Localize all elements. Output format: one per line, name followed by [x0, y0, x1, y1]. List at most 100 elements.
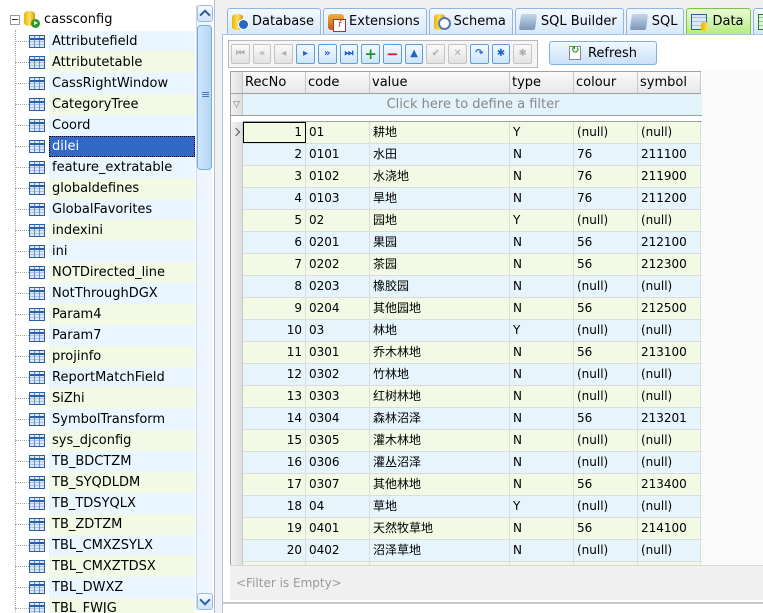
nav-last-button[interactable]: ⏭: [339, 44, 359, 64]
cell-type[interactable]: Y: [510, 496, 574, 517]
cell-recno[interactable]: 12: [243, 364, 306, 385]
cell-value[interactable]: 红树林地: [370, 386, 510, 407]
cell-type[interactable]: N: [510, 386, 574, 407]
tree-item[interactable]: dilei: [15, 136, 195, 157]
tree-item[interactable]: NotThroughDGX: [15, 283, 195, 304]
tree-item[interactable]: TBL_CMXZSYLX: [15, 535, 195, 556]
cell-colour[interactable]: 76: [574, 166, 638, 187]
cell-code[interactable]: 0306: [306, 452, 370, 473]
tree-item[interactable]: TB_ZDTZM: [15, 514, 195, 535]
cell-code[interactable]: 0103: [306, 188, 370, 209]
cell-recno[interactable]: 14: [243, 408, 306, 429]
cell-type[interactable]: N: [510, 518, 574, 539]
cell-value[interactable]: 其他林地: [370, 474, 510, 495]
column-header-value[interactable]: value: [370, 72, 510, 93]
cell-value[interactable]: 沼泽草地: [370, 540, 510, 561]
row-indicator[interactable]: [231, 452, 243, 474]
cell-code[interactable]: 0101: [306, 144, 370, 165]
table-row[interactable]: 1 01 耕地 Y (null) (null): [231, 122, 702, 144]
cell-recno[interactable]: 20: [243, 540, 306, 561]
cell-type[interactable]: N: [510, 430, 574, 451]
table-row[interactable]: 19 0401 天然牧草地 N 56 214100: [231, 518, 702, 540]
cell-symbol[interactable]: 214100: [638, 518, 701, 539]
cell-symbol[interactable]: (null): [638, 122, 701, 143]
table-row[interactable]: 20 0402 沼泽草地 N (null) (null): [231, 540, 702, 562]
row-indicator[interactable]: [231, 386, 243, 408]
cell-value[interactable]: 茶园: [370, 254, 510, 275]
tab-schema[interactable]: Schema: [428, 8, 513, 34]
row-indicator[interactable]: [231, 144, 243, 166]
table-row[interactable]: 15 0305 灌木林地 N (null) (null): [231, 430, 702, 452]
scroll-thumb[interactable]: [197, 25, 212, 170]
cell-type[interactable]: Y: [510, 122, 574, 143]
cell-symbol[interactable]: (null): [638, 276, 701, 297]
tree-item[interactable]: SiZhi: [15, 388, 195, 409]
cell-colour[interactable]: (null): [574, 210, 638, 231]
cell-symbol[interactable]: 212500: [638, 298, 701, 319]
table-row[interactable]: 16 0306 灌丛沼泽 N (null) (null): [231, 452, 702, 474]
table-row[interactable]: 2 0101 水田 N 76 211100: [231, 144, 702, 166]
row-indicator[interactable]: [231, 122, 243, 144]
cell-symbol[interactable]: 211200: [638, 188, 701, 209]
tab-design[interactable]: Design: [752, 8, 763, 34]
tree-item[interactable]: Param7: [15, 325, 195, 346]
table-row[interactable]: 5 02 园地 Y (null) (null): [231, 210, 702, 232]
cell-colour[interactable]: (null): [574, 276, 638, 297]
cell-colour[interactable]: (null): [574, 122, 638, 143]
cell-type[interactable]: N: [510, 298, 574, 319]
tab-sql[interactable]: SQL: [625, 8, 685, 34]
cell-colour[interactable]: 56: [574, 474, 638, 495]
cell-code[interactable]: 0201: [306, 232, 370, 253]
tree-item[interactable]: sys_djconfig: [15, 430, 195, 451]
cell-value[interactable]: 灌丛沼泽: [370, 452, 510, 473]
tab-database[interactable]: Database: [227, 8, 322, 34]
tree-item[interactable]: GlobalFavorites: [15, 199, 195, 220]
tab-sql-builder[interactable]: SQL Builder: [514, 8, 624, 34]
cell-recno[interactable]: 9: [243, 298, 306, 319]
cell-type[interactable]: N: [510, 540, 574, 561]
row-indicator[interactable]: [231, 276, 243, 298]
cell-recno[interactable]: 6: [243, 232, 306, 253]
nav-next-page-button[interactable]: »: [317, 44, 337, 64]
cell-symbol[interactable]: 211900: [638, 166, 701, 187]
nav-insert-button[interactable]: +: [361, 44, 381, 64]
cell-colour[interactable]: (null): [574, 320, 638, 341]
cell-colour[interactable]: 76: [574, 188, 638, 209]
row-indicator[interactable]: [231, 364, 243, 386]
row-indicator[interactable]: [231, 166, 243, 188]
filter-status-bar[interactable]: <Filter is Empty>: [230, 565, 763, 600]
cell-code[interactable]: 0202: [306, 254, 370, 275]
tree-item[interactable]: Coord: [15, 115, 195, 136]
cell-code[interactable]: 0102: [306, 166, 370, 187]
row-indicator[interactable]: [231, 254, 243, 276]
nav-prior-page-button[interactable]: «: [252, 44, 272, 64]
tree-item[interactable]: projinfo: [15, 346, 195, 367]
row-indicator[interactable]: [231, 188, 243, 210]
cell-colour[interactable]: 56: [574, 518, 638, 539]
cell-symbol[interactable]: 212100: [638, 232, 701, 253]
cell-recno[interactable]: 17: [243, 474, 306, 495]
cell-value[interactable]: 森林沼泽: [370, 408, 510, 429]
cell-type[interactable]: Y: [510, 210, 574, 231]
tree-item[interactable]: Attributetable: [15, 52, 195, 73]
cell-recno[interactable]: 16: [243, 452, 306, 473]
cell-symbol[interactable]: (null): [638, 430, 701, 451]
nav-refresh-button[interactable]: ↷: [469, 44, 489, 64]
cell-type[interactable]: Y: [510, 320, 574, 341]
cell-recno[interactable]: 4: [243, 188, 306, 209]
cell-recno[interactable]: 19: [243, 518, 306, 539]
table-row[interactable]: 8 0203 橡胶园 N (null) (null): [231, 276, 702, 298]
cell-value[interactable]: 天然牧草地: [370, 518, 510, 539]
cell-code[interactable]: 0301: [306, 342, 370, 363]
cell-symbol[interactable]: 213201: [638, 408, 701, 429]
table-row[interactable]: 14 0304 森林沼泽 N 56 213201: [231, 408, 702, 430]
tree-item[interactable]: ini: [15, 241, 195, 262]
tree-item[interactable]: TBL_FWJG: [15, 598, 195, 613]
cell-symbol[interactable]: (null): [638, 496, 701, 517]
filter-prompt[interactable]: Click here to define a filter: [243, 94, 702, 115]
tree-item[interactable]: TBL_CMXZTDSX: [15, 556, 195, 577]
cell-value[interactable]: 林地: [370, 320, 510, 341]
cell-type[interactable]: N: [510, 232, 574, 253]
cell-code[interactable]: 0203: [306, 276, 370, 297]
row-indicator[interactable]: [231, 232, 243, 254]
